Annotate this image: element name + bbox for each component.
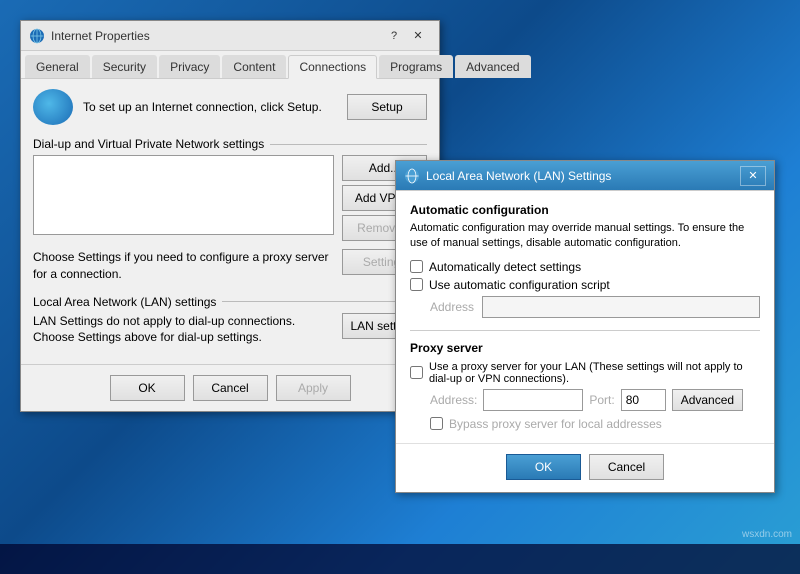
advanced-proxy-button[interactable]: Advanced bbox=[672, 389, 743, 411]
lan-dialog-cancel-button[interactable]: Cancel bbox=[589, 454, 664, 480]
tab-programs[interactable]: Programs bbox=[379, 55, 453, 78]
auto-config-title: Automatic configuration bbox=[410, 203, 760, 217]
tab-bar: General Security Privacy Content Connect… bbox=[21, 51, 439, 79]
inet-props-titlebar: Internet Properties ? ✕ bbox=[21, 21, 439, 51]
auto-address-input[interactable] bbox=[482, 296, 760, 318]
tab-privacy[interactable]: Privacy bbox=[159, 55, 220, 78]
ok-button[interactable]: OK bbox=[110, 375, 185, 401]
inet-props-bottom-btns: OK Cancel Apply bbox=[21, 364, 439, 411]
lan-desc-text: LAN Settings do not apply to dial-up con… bbox=[33, 313, 334, 347]
bypass-checkbox[interactable] bbox=[430, 417, 443, 430]
bypass-label: Bypass proxy server for local addresses bbox=[449, 417, 662, 431]
proxy-title: Proxy server bbox=[410, 341, 760, 355]
auto-config-desc: Automatic configuration may override man… bbox=[410, 221, 760, 252]
taskbar bbox=[0, 544, 800, 574]
proxy-use-checkbox[interactable] bbox=[410, 366, 423, 379]
auto-address-row: Address bbox=[430, 296, 760, 318]
lan-dialog-ok-button[interactable]: OK bbox=[506, 454, 581, 480]
lan-dialog-content: Automatic configuration Automatic config… bbox=[396, 191, 774, 443]
dialup-section-label: Dial-up and Virtual Private Network sett… bbox=[33, 137, 427, 151]
inet-props-icon bbox=[29, 28, 45, 44]
lan-dialog-bottom-btns: OK Cancel bbox=[396, 443, 774, 492]
proxy-addr-row: Address: Port: Advanced bbox=[430, 389, 760, 411]
proxy-use-row: Use a proxy server for your LAN (These s… bbox=[410, 361, 760, 385]
auto-config-section: Automatic configuration Automatic config… bbox=[410, 203, 760, 318]
setup-button[interactable]: Setup bbox=[347, 94, 427, 120]
lan-section-label: Local Area Network (LAN) settings bbox=[33, 295, 427, 309]
section-divider bbox=[270, 144, 427, 145]
tab-connections[interactable]: Connections bbox=[288, 55, 377, 79]
lan-section: Local Area Network (LAN) settings LAN Se… bbox=[33, 295, 427, 347]
tab-security[interactable]: Security bbox=[92, 55, 157, 78]
tab-advanced[interactable]: Advanced bbox=[455, 55, 530, 78]
dialog-divider bbox=[410, 330, 760, 331]
auto-address-label: Address bbox=[430, 300, 474, 314]
setup-row: To set up an Internet connection, click … bbox=[33, 89, 427, 125]
lan-dialog-icon bbox=[404, 168, 420, 184]
listbox-area bbox=[33, 155, 334, 239]
apply-button[interactable]: Apply bbox=[276, 375, 351, 401]
proxy-port-label: Port: bbox=[589, 393, 614, 407]
lan-dialog-title: Local Area Network (LAN) Settings bbox=[426, 169, 740, 183]
proxy-section: Proxy server Use a proxy server for your… bbox=[410, 341, 760, 431]
auto-detect-checkbox[interactable] bbox=[410, 260, 423, 273]
lan-dialog-titlebar: Local Area Network (LAN) Settings ✕ bbox=[396, 161, 774, 191]
auto-script-label: Use automatic configuration script bbox=[429, 278, 610, 292]
proxy-addr-label: Address: bbox=[430, 393, 477, 407]
dialup-listbox[interactable] bbox=[33, 155, 334, 235]
watermark: wsxdn.com bbox=[742, 529, 792, 540]
proxy-use-label: Use a proxy server for your LAN (These s… bbox=[429, 361, 760, 385]
auto-script-checkbox[interactable] bbox=[410, 278, 423, 291]
auto-detect-label: Automatically detect settings bbox=[429, 260, 581, 274]
inet-props-title: Internet Properties bbox=[51, 29, 383, 43]
inet-props-content: To set up an Internet connection, click … bbox=[21, 79, 439, 356]
choose-settings-row: Choose Settings if you need to configure… bbox=[33, 249, 427, 283]
setup-text: To set up an Internet connection, click … bbox=[83, 99, 337, 116]
bypass-row: Bypass proxy server for local addresses bbox=[430, 417, 760, 431]
help-button[interactable]: ? bbox=[383, 26, 405, 46]
proxy-addr-input[interactable] bbox=[483, 389, 583, 411]
globe-icon bbox=[33, 89, 73, 125]
internet-properties-window: Internet Properties ? ✕ General Security… bbox=[20, 20, 440, 412]
auto-detect-row: Automatically detect settings bbox=[410, 260, 760, 274]
lan-settings-dialog: Local Area Network (LAN) Settings ✕ Auto… bbox=[395, 160, 775, 493]
choose-settings-text: Choose Settings if you need to configure… bbox=[33, 249, 334, 283]
close-button[interactable]: ✕ bbox=[405, 26, 431, 46]
proxy-port-input[interactable] bbox=[621, 389, 666, 411]
tab-content[interactable]: Content bbox=[222, 55, 286, 78]
cancel-button[interactable]: Cancel bbox=[193, 375, 268, 401]
lan-dialog-close-button[interactable]: ✕ bbox=[740, 166, 766, 186]
lan-desc-row: LAN Settings do not apply to dial-up con… bbox=[33, 313, 427, 347]
auto-script-row: Use automatic configuration script bbox=[410, 278, 760, 292]
dialup-actions-row: Add... Add VPN... Remove... bbox=[33, 155, 427, 241]
tab-general[interactable]: General bbox=[25, 55, 90, 78]
